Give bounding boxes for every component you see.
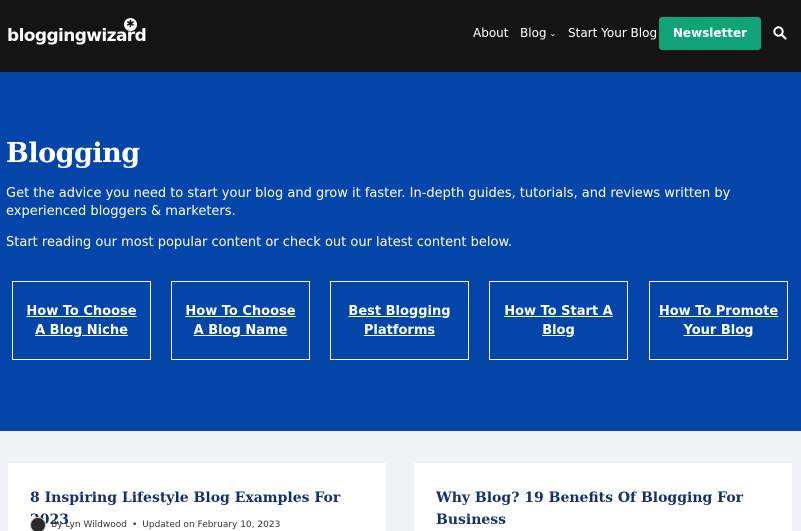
topic-link-start-a-blog[interactable]: How To Start A Blog <box>489 281 628 360</box>
chevron-down-icon: ⌄ <box>549 29 557 38</box>
meta-separator: • <box>131 520 138 530</box>
post-meta: By Lyn Wildwood • Updated on February 10… <box>30 517 280 531</box>
topic-link-blogging-platforms[interactable]: Best Blogging Platforms <box>330 281 469 360</box>
nav-blog-label: Blog <box>520 26 547 40</box>
search-button[interactable] <box>772 25 788 41</box>
search-icon <box>773 26 787 40</box>
hero-description: Get the advice you need to start your bl… <box>6 186 731 219</box>
topic-link-blog-niche[interactable]: How To Choose A Blog Niche <box>12 281 151 360</box>
post-card: Why Blog? 19 Benefits Of Blogging For Bu… <box>414 463 792 531</box>
newsletter-button[interactable]: Newsletter <box>659 17 761 50</box>
nav-about-label: About <box>473 26 509 40</box>
topic-link-label: How To Choose A Blog Name <box>185 303 296 338</box>
avatar <box>30 517 46 531</box>
topic-link-label: How To Choose A Blog Niche <box>26 303 137 338</box>
nav-blog-link[interactable]: Blog ⌄ <box>520 26 556 40</box>
star-icon: ✱ <box>124 18 137 31</box>
nav-start-your-blog-link[interactable]: Start Your Blog <box>568 26 657 40</box>
post-card: 8 Inspiring Lifestyle Blog Examples For … <box>8 463 386 531</box>
hero-cta-text: Start reading our most popular content o… <box>6 235 513 250</box>
site-header: bloggingwizard ✱ About Blog ⌄ Start Your … <box>0 0 801 72</box>
nav-about-link[interactable]: About <box>473 26 508 40</box>
topic-link-label: How To Start A Blog <box>504 303 613 338</box>
post-author[interactable]: By Lyn Wildwood <box>51 520 127 530</box>
topic-link-promote-your-blog[interactable]: How To Promote Your Blog <box>649 281 788 360</box>
nav-start-your-blog-label: Start Your Blog <box>568 26 658 40</box>
page-title: Blogging <box>6 138 140 169</box>
post-updated-date: Updated on February 10, 2023 <box>142 520 281 530</box>
topic-link-blog-name[interactable]: How To Choose A Blog Name <box>171 281 310 360</box>
post-title-link[interactable]: Why Blog? 19 Benefits Of Blogging For Bu… <box>436 487 756 531</box>
topic-link-label: How To Promote Your Blog <box>658 303 779 338</box>
topic-link-label: Best Blogging Platforms <box>348 303 451 338</box>
hero-section: Blogging Get the advice you need to star… <box>0 72 801 431</box>
